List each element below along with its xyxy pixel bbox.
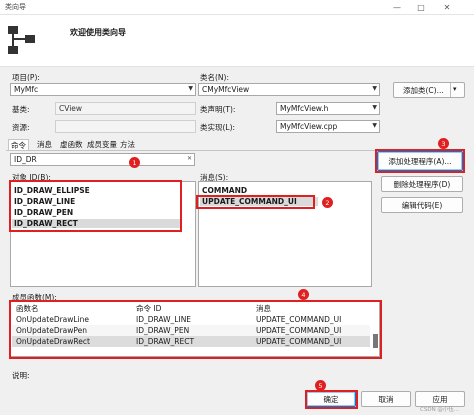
add-class-label: 添加类(C)... (403, 85, 444, 95)
class-impl-combo[interactable]: MyMfcView.cpp ▼ (276, 120, 380, 133)
chevron-down-icon: ▼ (188, 85, 193, 92)
chevron-down-icon: ▼ (372, 85, 377, 92)
base-class-value: CView (59, 104, 83, 113)
annotation-badge-1: 1 (129, 157, 140, 168)
annotation-box-message (196, 195, 315, 209)
clear-search-icon[interactable]: ✕ (187, 155, 192, 162)
add-class-button[interactable]: 添加类(C)... ▾ (393, 82, 465, 98)
tab-virtual-functions[interactable]: 虚函数 (58, 139, 85, 150)
class-name-label: 类名(N): (200, 73, 229, 82)
annotation-box-object-ids (9, 180, 182, 232)
window-title: 类向导 (5, 3, 26, 11)
welcome-title: 欢迎使用类向导 (70, 28, 126, 37)
annotation-box-ok (305, 390, 358, 409)
tab-methods[interactable]: 方法 (118, 139, 137, 150)
minimize-button[interactable]: — (386, 0, 408, 14)
base-class-label: 基类: (12, 105, 30, 114)
close-button[interactable]: ✕ (436, 0, 458, 14)
annotation-badge-5: 5 (315, 380, 326, 391)
resource-label: 资源: (12, 123, 30, 132)
annotation-box-add-handler (375, 149, 465, 173)
annotation-badge-3: 3 (438, 138, 449, 149)
class-decl-combo[interactable]: MyMfcView.h ▼ (276, 102, 380, 115)
resource-field (55, 120, 196, 133)
annotation-badge-4: 4 (298, 289, 309, 300)
project-label: 项目(P): (12, 73, 40, 82)
tab-commands[interactable]: 命令 (8, 139, 29, 150)
class-impl-value: MyMfcView.cpp (280, 122, 338, 131)
delete-handler-button[interactable]: 删除处理程序(D) (381, 176, 463, 192)
base-class-field: CView (55, 102, 196, 115)
cancel-button[interactable]: 取消 (361, 391, 411, 407)
list-item[interactable]: COMMAND (202, 186, 247, 195)
maximize-button[interactable]: □ (410, 0, 432, 14)
annotation-box-member-functions (9, 300, 382, 359)
class-impl-label: 类实现(L): (200, 123, 236, 132)
title-bar: 类向导 — □ ✕ (0, 0, 474, 15)
chevron-down-icon: ▼ (372, 122, 377, 129)
tab-messages[interactable]: 消息 (35, 139, 54, 150)
class-name-value: CMyMfcView (202, 85, 250, 94)
description-label: 说明: (12, 371, 30, 380)
class-name-combo[interactable]: CMyMfcView ▼ (198, 83, 380, 96)
annotation-badge-2: 2 (322, 197, 333, 208)
class-wizard-icon (8, 26, 35, 54)
search-input[interactable]: ID_DR ✕ (10, 153, 195, 166)
class-decl-label: 类声明(T): (200, 105, 236, 114)
tab-strip-divider (6, 150, 386, 151)
wizard-header: 欢迎使用类向导 (0, 15, 474, 67)
dropdown-arrow-icon[interactable]: ▾ (453, 85, 457, 93)
watermark: CSDN @小伍... (420, 407, 460, 413)
class-decl-value: MyMfcView.h (280, 104, 329, 113)
project-value: MyMfc (14, 85, 39, 94)
edit-code-button[interactable]: 编辑代码(E) (381, 197, 463, 213)
project-combo[interactable]: MyMfc ▼ (10, 83, 196, 96)
tab-member-variables[interactable]: 成员变量 (85, 139, 119, 150)
chevron-down-icon: ▼ (372, 104, 377, 111)
search-value: ID_DR (14, 155, 37, 164)
